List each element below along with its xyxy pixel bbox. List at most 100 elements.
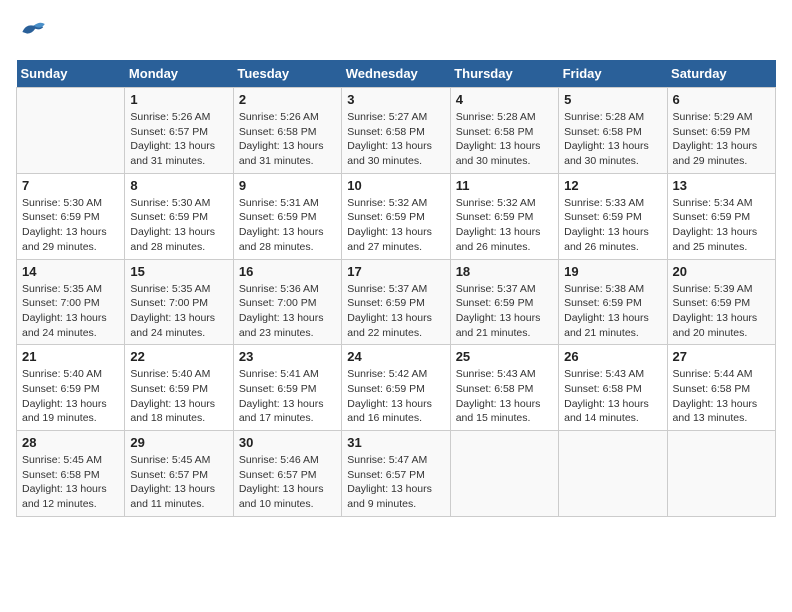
column-header-saturday: Saturday <box>667 60 775 88</box>
day-info: Sunrise: 5:37 AM Sunset: 6:59 PM Dayligh… <box>347 282 444 341</box>
day-number: 12 <box>564 178 661 193</box>
day-info: Sunrise: 5:32 AM Sunset: 6:59 PM Dayligh… <box>347 196 444 255</box>
day-info: Sunrise: 5:26 AM Sunset: 6:57 PM Dayligh… <box>130 110 227 169</box>
day-number: 31 <box>347 435 444 450</box>
day-info: Sunrise: 5:35 AM Sunset: 7:00 PM Dayligh… <box>22 282 119 341</box>
day-number: 22 <box>130 349 227 364</box>
calendar-cell: 25 Sunrise: 5:43 AM Sunset: 6:58 PM Dayli… <box>450 345 558 431</box>
day-number: 4 <box>456 92 553 107</box>
calendar-cell: 9Sunrise: 5:31 AM Sunset: 6:59 PM Daylig… <box>233 173 341 259</box>
calendar-cell: 27 Sunrise: 5:44 AM Sunset: 6:58 PM Dayli… <box>667 345 775 431</box>
calendar-cell: 4 Sunrise: 5:28 AM Sunset: 6:58 PM Daylig… <box>450 88 558 174</box>
calendar-cell: 13 Sunrise: 5:34 AM Sunset: 6:59 PM Dayli… <box>667 173 775 259</box>
calendar-cell: 12 Sunrise: 5:33 AM Sunset: 6:59 PM Dayli… <box>559 173 667 259</box>
day-number: 19 <box>564 264 661 279</box>
calendar-cell: 26 Sunrise: 5:43 AM Sunset: 6:58 PM Dayli… <box>559 345 667 431</box>
calendar-week-3: 14 Sunrise: 5:35 AM Sunset: 7:00 PM Dayli… <box>17 259 776 345</box>
calendar-cell: 16Sunrise: 5:36 AM Sunset: 7:00 PM Dayli… <box>233 259 341 345</box>
day-info: Sunrise: 5:31 AM Sunset: 6:59 PM Dayligh… <box>239 196 336 255</box>
calendar-cell: 17 Sunrise: 5:37 AM Sunset: 6:59 PM Dayli… <box>342 259 450 345</box>
calendar-cell <box>450 431 558 517</box>
calendar-cell: 31 Sunrise: 5:47 AM Sunset: 6:57 PM Dayli… <box>342 431 450 517</box>
day-info: Sunrise: 5:28 AM Sunset: 6:58 PM Dayligh… <box>456 110 553 169</box>
day-info: Sunrise: 5:33 AM Sunset: 6:59 PM Dayligh… <box>564 196 661 255</box>
calendar-cell: 28 Sunrise: 5:45 AM Sunset: 6:58 PM Dayli… <box>17 431 125 517</box>
day-info: Sunrise: 5:47 AM Sunset: 6:57 PM Dayligh… <box>347 453 444 512</box>
calendar-week-2: 7 Sunrise: 5:30 AM Sunset: 6:59 PM Daylig… <box>17 173 776 259</box>
column-header-thursday: Thursday <box>450 60 558 88</box>
page-header <box>16 16 776 48</box>
day-info: Sunrise: 5:29 AM Sunset: 6:59 PM Dayligh… <box>673 110 770 169</box>
calendar-cell: 20 Sunrise: 5:39 AM Sunset: 6:59 PM Dayli… <box>667 259 775 345</box>
day-number: 17 <box>347 264 444 279</box>
day-info: Sunrise: 5:28 AM Sunset: 6:58 PM Dayligh… <box>564 110 661 169</box>
calendar-table: SundayMondayTuesdayWednesdayThursdayFrid… <box>16 60 776 517</box>
calendar-week-1: 1 Sunrise: 5:26 AM Sunset: 6:57 PM Daylig… <box>17 88 776 174</box>
day-info: Sunrise: 5:43 AM Sunset: 6:58 PM Dayligh… <box>456 367 553 426</box>
day-number: 26 <box>564 349 661 364</box>
day-number: 21 <box>22 349 119 364</box>
day-info: Sunrise: 5:46 AM Sunset: 6:57 PM Dayligh… <box>239 453 336 512</box>
calendar-cell: 15 Sunrise: 5:35 AM Sunset: 7:00 PM Dayli… <box>125 259 233 345</box>
column-header-wednesday: Wednesday <box>342 60 450 88</box>
day-info: Sunrise: 5:30 AM Sunset: 6:59 PM Dayligh… <box>130 196 227 255</box>
logo <box>16 16 52 48</box>
column-header-tuesday: Tuesday <box>233 60 341 88</box>
day-info: Sunrise: 5:39 AM Sunset: 6:59 PM Dayligh… <box>673 282 770 341</box>
day-info: Sunrise: 5:45 AM Sunset: 6:58 PM Dayligh… <box>22 453 119 512</box>
day-number: 6 <box>673 92 770 107</box>
day-info: Sunrise: 5:40 AM Sunset: 6:59 PM Dayligh… <box>130 367 227 426</box>
day-info: Sunrise: 5:37 AM Sunset: 6:59 PM Dayligh… <box>456 282 553 341</box>
day-info: Sunrise: 5:41 AM Sunset: 6:59 PM Dayligh… <box>239 367 336 426</box>
day-info: Sunrise: 5:45 AM Sunset: 6:57 PM Dayligh… <box>130 453 227 512</box>
calendar-cell: 10 Sunrise: 5:32 AM Sunset: 6:59 PM Dayli… <box>342 173 450 259</box>
column-header-monday: Monday <box>125 60 233 88</box>
day-number: 1 <box>130 92 227 107</box>
calendar-cell: 2Sunrise: 5:26 AM Sunset: 6:58 PM Daylig… <box>233 88 341 174</box>
calendar-week-5: 28 Sunrise: 5:45 AM Sunset: 6:58 PM Dayli… <box>17 431 776 517</box>
calendar-cell: 5 Sunrise: 5:28 AM Sunset: 6:58 PM Daylig… <box>559 88 667 174</box>
calendar-cell: 23Sunrise: 5:41 AM Sunset: 6:59 PM Dayli… <box>233 345 341 431</box>
day-info: Sunrise: 5:32 AM Sunset: 6:59 PM Dayligh… <box>456 196 553 255</box>
header-row: SundayMondayTuesdayWednesdayThursdayFrid… <box>17 60 776 88</box>
day-info: Sunrise: 5:27 AM Sunset: 6:58 PM Dayligh… <box>347 110 444 169</box>
calendar-cell: 22 Sunrise: 5:40 AM Sunset: 6:59 PM Dayli… <box>125 345 233 431</box>
day-info: Sunrise: 5:30 AM Sunset: 6:59 PM Dayligh… <box>22 196 119 255</box>
calendar-cell <box>559 431 667 517</box>
calendar-cell: 11Sunrise: 5:32 AM Sunset: 6:59 PM Dayli… <box>450 173 558 259</box>
column-header-friday: Friday <box>559 60 667 88</box>
day-number: 15 <box>130 264 227 279</box>
day-info: Sunrise: 5:44 AM Sunset: 6:58 PM Dayligh… <box>673 367 770 426</box>
day-number: 27 <box>673 349 770 364</box>
calendar-cell: 18 Sunrise: 5:37 AM Sunset: 6:59 PM Dayli… <box>450 259 558 345</box>
day-number: 28 <box>22 435 119 450</box>
day-number: 5 <box>564 92 661 107</box>
day-number: 10 <box>347 178 444 193</box>
calendar-week-4: 21 Sunrise: 5:40 AM Sunset: 6:59 PM Dayli… <box>17 345 776 431</box>
calendar-cell: 29Sunrise: 5:45 AM Sunset: 6:57 PM Dayli… <box>125 431 233 517</box>
day-info: Sunrise: 5:42 AM Sunset: 6:59 PM Dayligh… <box>347 367 444 426</box>
day-number: 18 <box>456 264 553 279</box>
day-number: 20 <box>673 264 770 279</box>
day-info: Sunrise: 5:43 AM Sunset: 6:58 PM Dayligh… <box>564 367 661 426</box>
day-number: 3 <box>347 92 444 107</box>
day-number: 30 <box>239 435 336 450</box>
day-number: 14 <box>22 264 119 279</box>
day-number: 16 <box>239 264 336 279</box>
column-header-sunday: Sunday <box>17 60 125 88</box>
calendar-cell: 21 Sunrise: 5:40 AM Sunset: 6:59 PM Dayli… <box>17 345 125 431</box>
day-info: Sunrise: 5:35 AM Sunset: 7:00 PM Dayligh… <box>130 282 227 341</box>
calendar-cell: 24 Sunrise: 5:42 AM Sunset: 6:59 PM Dayli… <box>342 345 450 431</box>
calendar-cell: 3 Sunrise: 5:27 AM Sunset: 6:58 PM Daylig… <box>342 88 450 174</box>
calendar-cell: 19 Sunrise: 5:38 AM Sunset: 6:59 PM Dayli… <box>559 259 667 345</box>
day-info: Sunrise: 5:38 AM Sunset: 6:59 PM Dayligh… <box>564 282 661 341</box>
calendar-cell: 14 Sunrise: 5:35 AM Sunset: 7:00 PM Dayli… <box>17 259 125 345</box>
calendar-cell <box>667 431 775 517</box>
day-number: 7 <box>22 178 119 193</box>
day-number: 13 <box>673 178 770 193</box>
day-number: 24 <box>347 349 444 364</box>
day-info: Sunrise: 5:40 AM Sunset: 6:59 PM Dayligh… <box>22 367 119 426</box>
day-number: 25 <box>456 349 553 364</box>
day-info: Sunrise: 5:34 AM Sunset: 6:59 PM Dayligh… <box>673 196 770 255</box>
day-number: 2 <box>239 92 336 107</box>
